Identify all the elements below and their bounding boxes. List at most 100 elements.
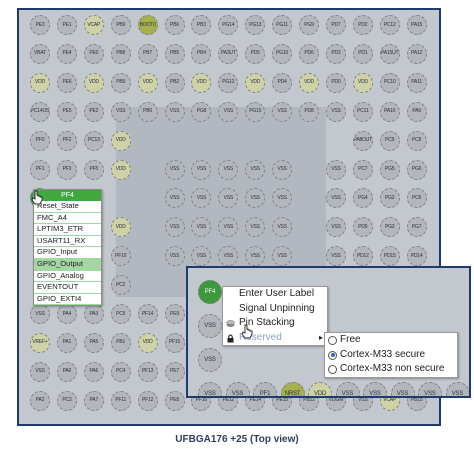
- pin-pf3[interactable]: PF3: [56, 159, 77, 180]
- pin-pb1[interactable]: PB1: [110, 332, 131, 353]
- pin-pb8[interactable]: PB8: [110, 43, 131, 64]
- pin-pd0[interactable]: PD0: [325, 72, 346, 93]
- menu-item-signal-unpinning[interactable]: Signal Unpinning: [223, 302, 327, 317]
- pin-pc5[interactable]: PC5: [110, 304, 131, 324]
- pin-pf12[interactable]: PF12: [137, 390, 158, 411]
- pin-pc11[interactable]: PC11: [352, 101, 373, 122]
- pin-pg10[interactable]: PG10: [272, 43, 293, 64]
- pin-vss[interactable]: VSS: [110, 101, 131, 122]
- pin-vss[interactable]: VSS: [218, 159, 239, 180]
- submenu-item-cortex-m33-non-secure[interactable]: Cortex-M33 non secure: [325, 362, 457, 377]
- pin-pd3[interactable]: PD3: [325, 43, 346, 64]
- pin-pa6[interactable]: PA6: [83, 361, 104, 382]
- pin-pd2[interactable]: PD2: [352, 15, 373, 35]
- pin-menu-item[interactable]: LPTIM3_ETR: [34, 224, 101, 236]
- pin-vss[interactable]: VSS: [164, 159, 185, 180]
- pin-pb2[interactable]: PB2: [164, 72, 185, 93]
- zoom-pin-vss[interactable]: VSS: [225, 382, 250, 396]
- pin-vss[interactable]: VSS: [30, 361, 50, 382]
- radio-button[interactable]: [328, 336, 337, 345]
- pin-pg7[interactable]: PG7: [406, 217, 427, 238]
- pin-vss[interactable]: VSS: [325, 217, 346, 238]
- pin-pd4[interactable]: PD4: [272, 72, 293, 93]
- pin-pa1[interactable]: PA1: [56, 332, 77, 353]
- pin-vdd[interactable]: VDD: [191, 72, 212, 93]
- pin-pc13[interactable]: PC13: [83, 130, 104, 151]
- pin-pc2[interactable]: PC2: [110, 275, 131, 296]
- pin-pa3ut[interactable]: PA3UT: [218, 43, 239, 64]
- pin-pg4[interactable]: PG4: [352, 188, 373, 209]
- menu-item-reserved[interactable]: Reserved ▸: [223, 331, 327, 346]
- zoom-pin-vdd[interactable]: VDD: [308, 382, 332, 396]
- pin-pf2[interactable]: PF2: [56, 130, 77, 151]
- pin-vcap[interactable]: VCAP: [83, 15, 104, 35]
- zoom-pin-nrst[interactable]: NRST: [280, 382, 305, 396]
- pin-pg15[interactable]: PG15: [245, 101, 266, 122]
- pin-pa10[interactable]: PA10: [379, 101, 400, 122]
- pin-pg14[interactable]: PG14: [218, 15, 239, 35]
- pin-vdd[interactable]: VDD: [110, 130, 131, 151]
- pin-vbat[interactable]: VBAT: [30, 43, 50, 64]
- pin-vss[interactable]: VSS: [218, 101, 239, 122]
- pin-pa3[interactable]: PA3: [83, 304, 104, 324]
- pin-pb4[interactable]: PB4: [191, 43, 212, 64]
- pin-pc7[interactable]: PC7: [352, 159, 373, 180]
- pin-pa12[interactable]: PA12: [406, 43, 427, 64]
- pin-pd7[interactable]: PD7: [325, 15, 346, 35]
- pin-pe2[interactable]: PE2: [83, 101, 104, 122]
- pin-pf14[interactable]: PF14: [137, 304, 158, 324]
- pin-boot0[interactable]: BOOT0: [137, 15, 158, 35]
- pin-pa0[interactable]: PA0: [56, 361, 77, 382]
- pin-pg5[interactable]: PG5: [379, 159, 400, 180]
- menu-item-pin-stacking[interactable]: Pin Stacking: [223, 316, 327, 331]
- radio-button[interactable]: [328, 350, 337, 360]
- pin-vss[interactable]: VSS: [164, 188, 185, 209]
- pin-pe6[interactable]: PE6: [56, 72, 77, 93]
- pin-pc9[interactable]: PC9: [379, 130, 400, 151]
- pin-vss[interactable]: VSS: [164, 217, 185, 238]
- pin-pa2[interactable]: PA2: [30, 390, 50, 411]
- pin-vdd[interactable]: VDD: [137, 72, 158, 93]
- pin-pc8[interactable]: PC8: [406, 130, 427, 151]
- pin-vss[interactable]: VSS: [325, 188, 346, 209]
- pin-pd8[interactable]: PD8: [299, 101, 319, 122]
- pin-pf13[interactable]: PF13: [137, 361, 158, 382]
- pin-vss[interactable]: VSS: [272, 159, 293, 180]
- pin-menu-item[interactable]: GPIO_Input: [34, 247, 101, 259]
- pin-pa5[interactable]: PA5: [83, 332, 104, 353]
- pin-pf5[interactable]: PF5: [83, 159, 104, 180]
- pin-vss[interactable]: VSS: [245, 159, 266, 180]
- pin-pb9[interactable]: PB9: [110, 15, 131, 35]
- pin-pf10[interactable]: PF10: [110, 246, 131, 267]
- pin-pd5[interactable]: PD5: [245, 43, 266, 64]
- pin-pc12[interactable]: PC12: [379, 15, 400, 35]
- pin-pc10[interactable]: PC10: [379, 72, 400, 93]
- pin-vref+[interactable]: VREF+: [30, 332, 50, 353]
- pin-pa8out[interactable]: PA8OUT: [352, 130, 373, 151]
- zoom-pin-vss[interactable]: VSS: [363, 382, 387, 396]
- pin-pg9[interactable]: PG9: [299, 15, 319, 35]
- menu-item-enter-user-label[interactable]: Enter User Label: [223, 287, 327, 302]
- pin-pb9[interactable]: PB9: [110, 72, 131, 93]
- pin-vdd[interactable]: VDD: [299, 72, 319, 93]
- zoom-pin-vss[interactable]: VSS: [390, 382, 415, 396]
- pin-pb6[interactable]: PB6: [164, 15, 185, 35]
- pin-pc14os[interactable]: PC14OS: [30, 101, 50, 122]
- pin-pg6[interactable]: PG6: [406, 159, 427, 180]
- pin-pd9[interactable]: PD9: [352, 217, 373, 238]
- pin-pa15[interactable]: PA15: [406, 15, 427, 35]
- zoom-pin-vss[interactable]: VSS: [198, 382, 222, 396]
- pin-pb7[interactable]: PB7: [137, 43, 158, 64]
- pin-vss[interactable]: VSS: [272, 101, 293, 122]
- pin-vdd[interactable]: VDD: [245, 72, 266, 93]
- pin-pa9[interactable]: PA9: [406, 101, 427, 122]
- pin-pf0[interactable]: PF0: [30, 130, 50, 151]
- submenu-item-cortex-m33-secure[interactable]: Cortex-M33 secure: [325, 348, 457, 363]
- pin-menu-item[interactable]: GPIO_EXTI4: [34, 294, 101, 306]
- pin-vdd[interactable]: VDD: [30, 72, 50, 93]
- pin-pf15[interactable]: PF15: [164, 332, 185, 353]
- pin-vss[interactable]: VSS: [191, 159, 212, 180]
- pin-vdd[interactable]: VDD: [83, 72, 104, 93]
- pin-pg8[interactable]: PG8: [191, 101, 212, 122]
- pin-pg12[interactable]: PG12: [218, 72, 239, 93]
